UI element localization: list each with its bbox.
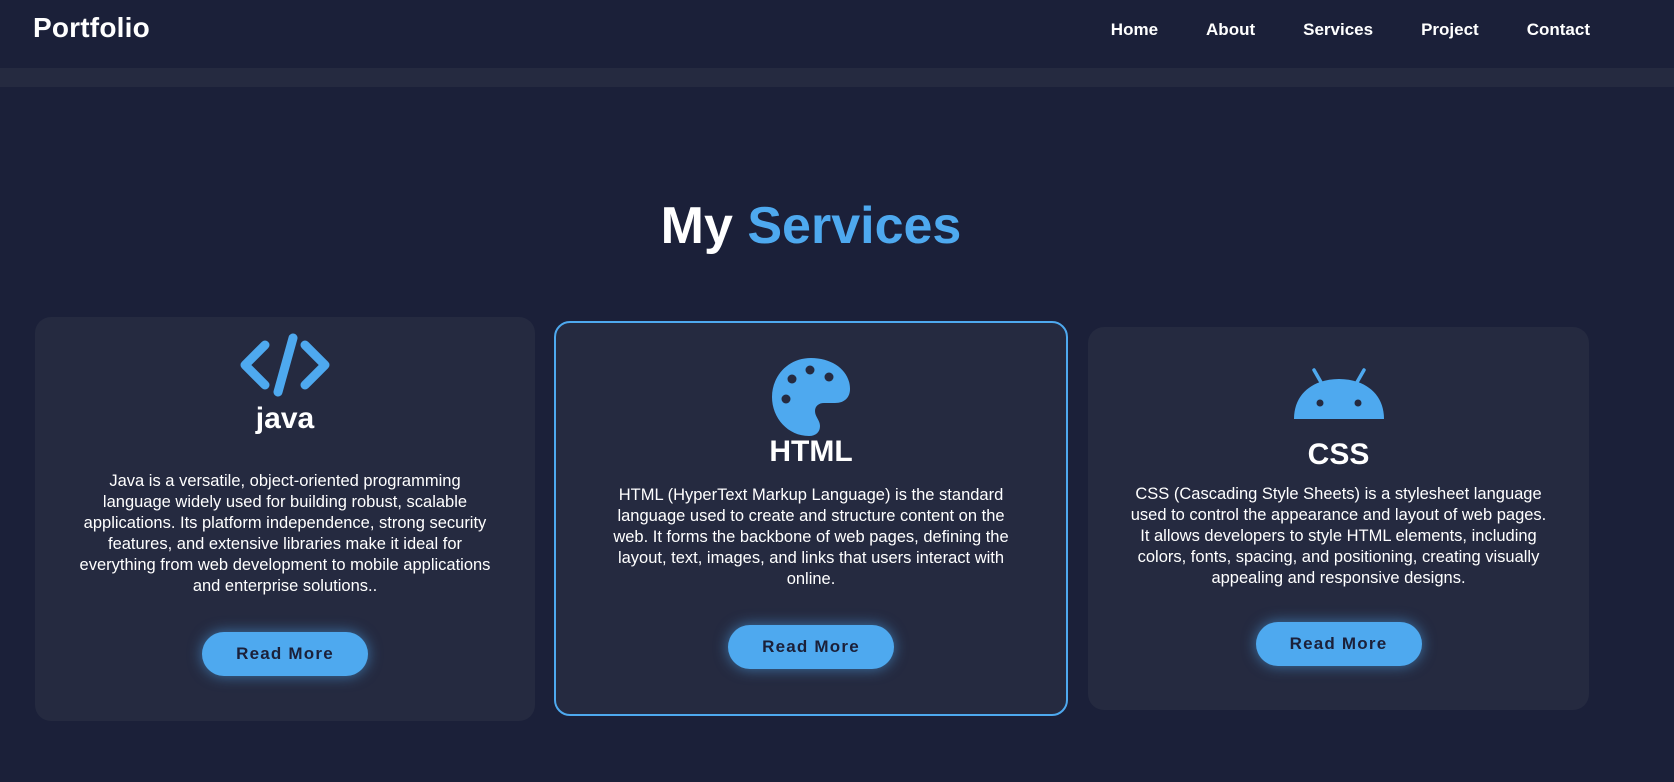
card-description: Java is a versatile, object-oriented pro… [35, 471, 535, 597]
card-description-line: language widely used for building robust… [102, 493, 468, 511]
card-description-line: appealing and responsive designs. [1211, 569, 1466, 587]
card-description-line: CSS (Cascading Style Sheets) is a styles… [1135, 485, 1542, 503]
nav-link-services[interactable]: Services [1303, 20, 1373, 40]
card-description-line: layout, text, images, and links that use… [617, 549, 1005, 567]
android-icon [1293, 368, 1384, 419]
palette-icon [772, 358, 850, 436]
card-description: HTML (HyperText Markup Language) is the … [556, 485, 1066, 590]
card-description-line: features, and extensive libraries make i… [107, 535, 462, 553]
card-description-line: applications. Its platform independence,… [83, 514, 487, 532]
card-title: HTML [769, 435, 853, 468]
section-title: My Services [0, 196, 1622, 256]
service-card-html: HTML HTML (HyperText Markup Language) is… [554, 321, 1068, 716]
read-more-button[interactable]: Read More [728, 625, 894, 669]
card-description-line: HTML (HyperText Markup Language) is the … [618, 486, 1004, 504]
main-nav: Home About Services Project Contact [1111, 20, 1590, 40]
card-description-line: everything from web development to mobil… [79, 556, 491, 574]
code-icon [240, 333, 330, 397]
card-description-line: and enterprise solutions.. [192, 577, 378, 595]
card-description-line: web. It forms the backbone of web pages,… [613, 528, 1009, 546]
read-more-button[interactable]: Read More [1255, 622, 1422, 666]
card-description-line: used to control the appearance and layou… [1130, 506, 1547, 524]
section-title-accent: Services [747, 197, 962, 255]
card-title: java [255, 402, 315, 435]
card-title: CSS [1307, 438, 1370, 471]
nav-link-home[interactable]: Home [1111, 20, 1158, 40]
card-description-line: language used to create and structure co… [617, 507, 1005, 525]
card-description-line: online. [786, 570, 836, 588]
nav-link-project[interactable]: Project [1421, 20, 1479, 40]
section-title-main: My [660, 197, 733, 255]
card-description-line: colors, fonts, spacing, and positioning,… [1137, 548, 1540, 566]
service-card-java: java Java is a versatile, object-oriente… [35, 317, 535, 721]
site-header: Portfolio Home About Services Project Co… [0, 0, 1674, 68]
site-logo[interactable]: Portfolio [33, 12, 150, 44]
nav-link-about[interactable]: About [1206, 20, 1255, 40]
card-description-line: Java is a versatile, object-oriented pro… [109, 472, 461, 490]
nav-link-contact[interactable]: Contact [1527, 20, 1590, 40]
card-description: CSS (Cascading Style Sheets) is a styles… [1088, 484, 1589, 589]
service-card-css: CSS CSS (Cascading Style Sheets) is a st… [1088, 327, 1589, 710]
read-more-button[interactable]: Read More [202, 632, 368, 676]
card-description-line: It allows developers to style HTML eleme… [1140, 527, 1537, 545]
header-divider [0, 68, 1674, 87]
